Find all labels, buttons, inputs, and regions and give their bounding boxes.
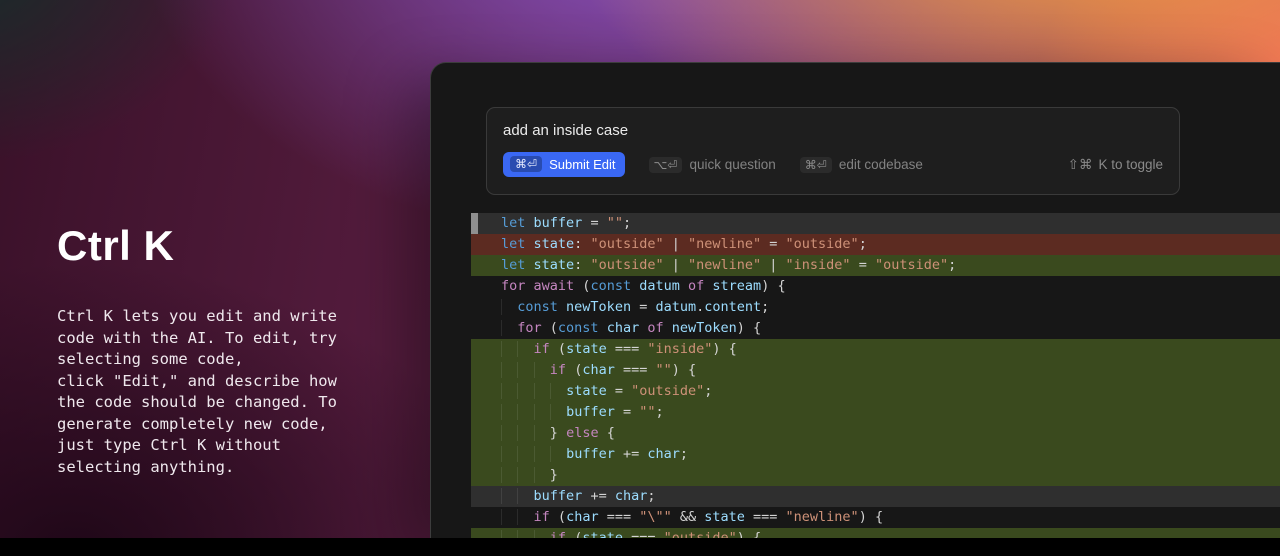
cmd-enter-keys-icon: ⌘⏎: [510, 156, 543, 172]
bottom-bar: [0, 538, 1280, 556]
code-line: let state: "outside" | "newline" = "outs…: [471, 234, 1280, 255]
page-title: Ctrl K: [57, 222, 175, 269]
code-line: let buffer = "";: [471, 213, 1280, 234]
code-line: if (state === "outside") {: [471, 528, 1280, 538]
code-line: if (char === "\"" && state === "newline"…: [471, 507, 1280, 528]
editor-window: add an inside case ⌘⏎ Submit Edit ⌥⏎ qui…: [430, 62, 1280, 538]
quick-question-label: quick question: [689, 157, 776, 172]
toggle-hint: ⇧⌘ K to toggle: [1068, 157, 1163, 173]
code-line: buffer += char;: [471, 444, 1280, 465]
prompt-input[interactable]: add an inside case: [503, 121, 1163, 141]
edit-codebase-button[interactable]: ⌘⏎ edit codebase: [799, 156, 923, 173]
edit-codebase-label: edit codebase: [838, 157, 923, 172]
diff-marker: [471, 213, 478, 234]
code-line: let state: "outside" | "newline" | "insi…: [471, 255, 1280, 276]
code-line: } else {: [471, 423, 1280, 444]
quick-question-button[interactable]: ⌥⏎ quick question: [648, 156, 776, 173]
code-line: for await (const datum of stream) {: [501, 278, 786, 294]
code-line: if (state === "inside") {: [471, 339, 1280, 360]
prompt-actions: ⌘⏎ Submit Edit ⌥⏎ quick question ⌘⏎ edit…: [503, 152, 1163, 177]
toggle-hint-label: K to toggle: [1098, 157, 1163, 172]
hero-description: Ctrl K lets you edit and write code with…: [57, 307, 337, 476]
shift-cmd-keys-icon: ⇧⌘: [1067, 156, 1093, 172]
code-line: state = "outside";: [471, 381, 1280, 402]
ctrl-k-prompt: add an inside case ⌘⏎ Submit Edit ⌥⏎ qui…: [486, 107, 1180, 195]
option-enter-keys-icon: ⌥⏎: [648, 156, 683, 173]
submit-edit-label: Submit Edit: [549, 156, 616, 172]
code-line: for (const char of newToken) {: [471, 318, 1280, 339]
code-line: if (char === "") {: [471, 360, 1280, 381]
code-line: const newToken = datum.content;: [471, 297, 1280, 318]
code-line: buffer += char;: [471, 486, 1280, 507]
submit-edit-button[interactable]: ⌘⏎ Submit Edit: [503, 152, 625, 177]
code-line: }: [471, 465, 1280, 486]
cmd-enter-keys-icon: ⌘⏎: [799, 156, 832, 173]
code-line: buffer = "";: [471, 402, 1280, 423]
hero: Ctrl K Ctrl K lets you edit and write co…: [57, 222, 397, 478]
code-area[interactable]: let buffer = ""; let state: "outside" | "…: [471, 213, 1280, 538]
